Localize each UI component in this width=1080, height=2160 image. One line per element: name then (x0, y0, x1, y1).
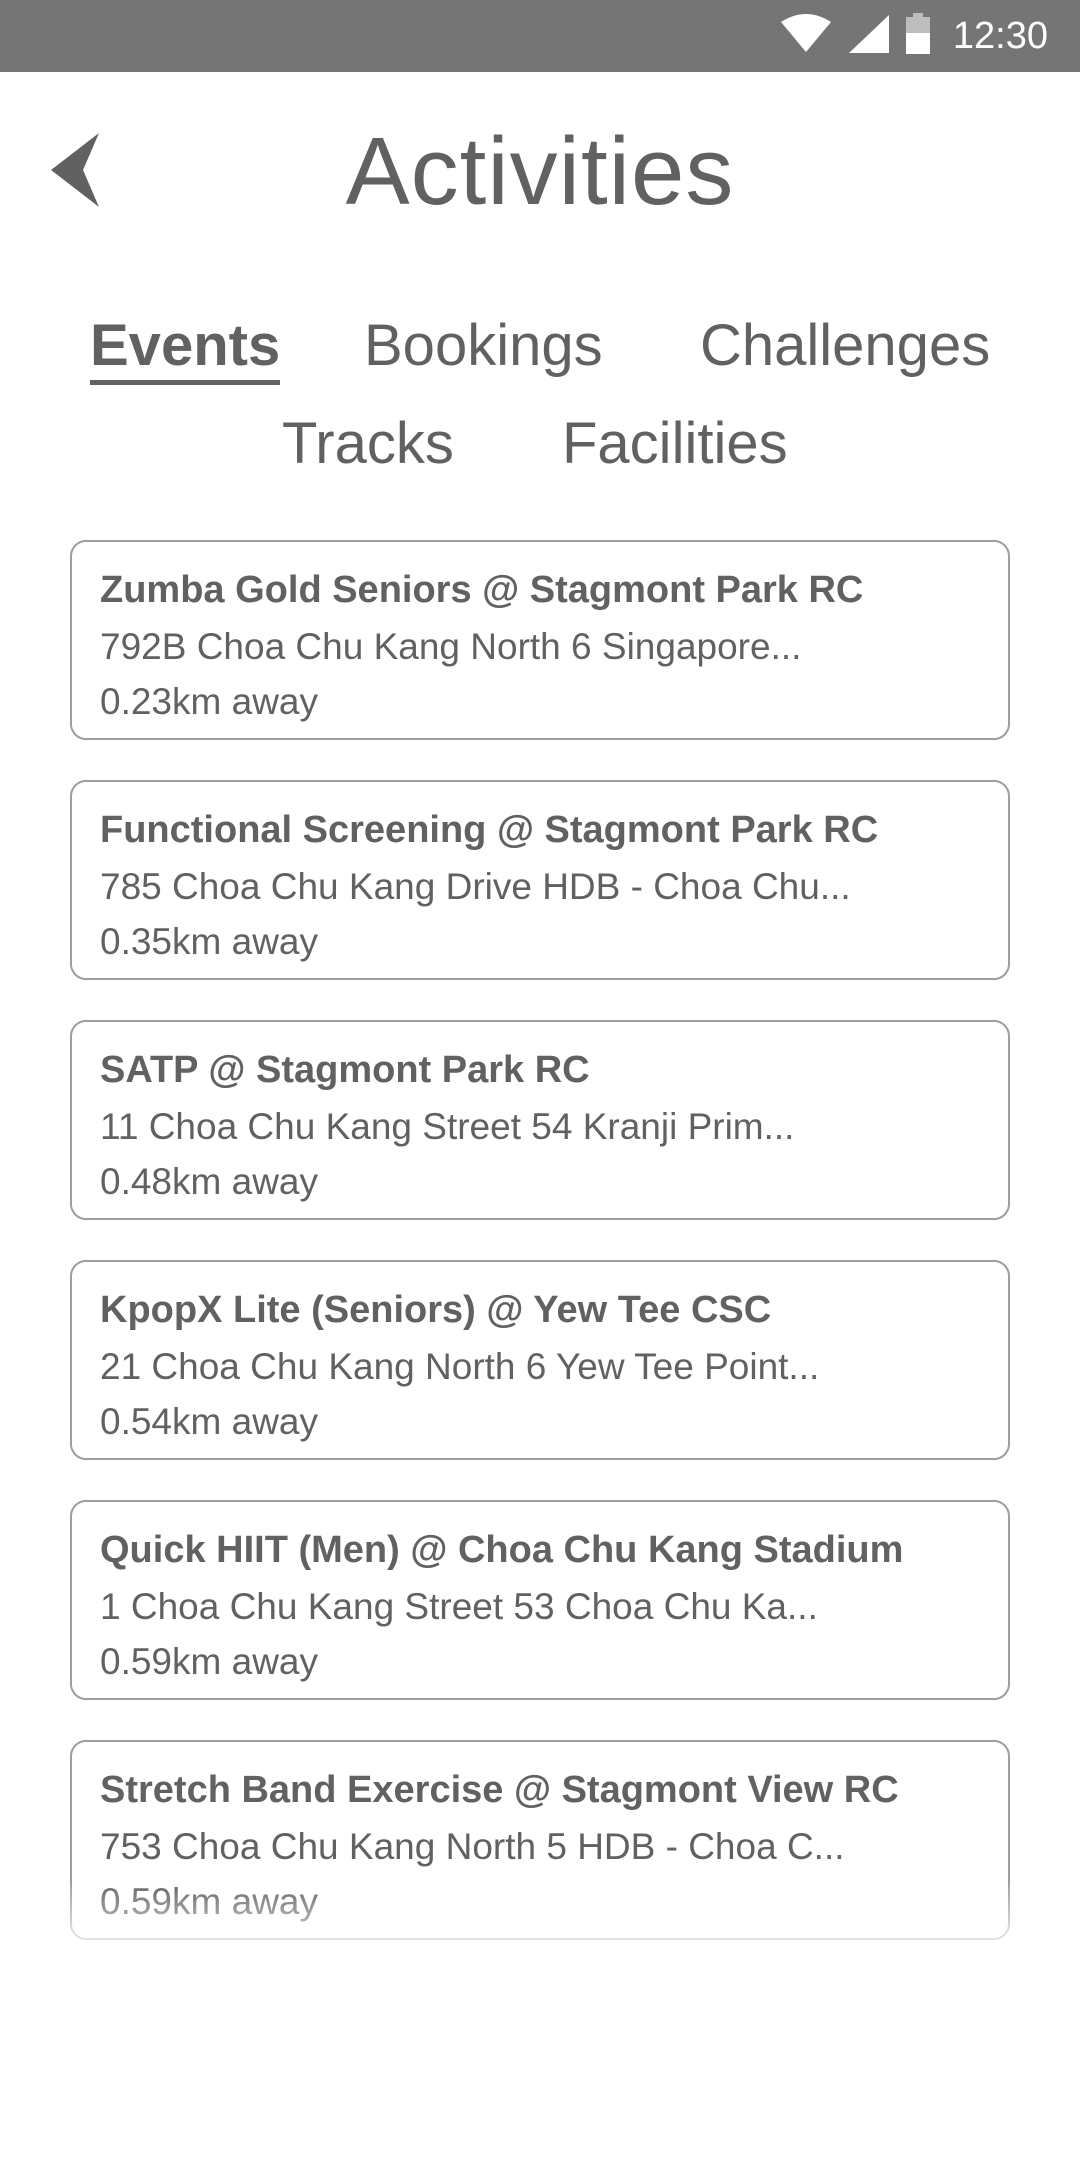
event-address: 785 Choa Chu Kang Drive HDB - Choa Chu..… (100, 866, 851, 907)
event-title: Quick HIIT (Men) @ Choa Chu Kang Stadium (100, 1529, 904, 1571)
event-address: 21 Choa Chu Kang North 6 Yew Tee Point..… (100, 1346, 820, 1387)
event-title: SATP @ Stagmont Park RC (100, 1049, 590, 1091)
event-distance: 0.48km away (100, 1161, 318, 1202)
tab-facilities[interactable]: Facilities (562, 410, 788, 477)
signal-icon (847, 13, 891, 60)
event-address: 792B Choa Chu Kang North 6 Singapore... (100, 626, 802, 667)
event-card[interactable]: SATP @ Stagmont Park RC 11 Choa Chu Kang… (70, 1020, 1010, 1220)
header: Activities (0, 72, 1080, 282)
status-icons (779, 12, 931, 60)
event-card[interactable]: Zumba Gold Seniors @ Stagmont Park RC 79… (70, 540, 1010, 740)
event-title: Stretch Band Exercise @ Stagmont View RC (100, 1769, 899, 1811)
page-title: Activities (345, 118, 735, 225)
event-title: KpopX Lite (Seniors) @ Yew Tee CSC (100, 1289, 772, 1331)
event-address: 1 Choa Chu Kang Street 53 Choa Chu Ka... (100, 1586, 818, 1627)
event-address: 11 Choa Chu Kang Street 54 Kranji Prim..… (100, 1106, 795, 1147)
event-card[interactable]: KpopX Lite (Seniors) @ Yew Tee CSC 21 Ch… (70, 1260, 1010, 1460)
event-address: 753 Choa Chu Kang North 5 HDB - Choa C..… (100, 1826, 845, 1867)
wifi-icon (779, 13, 833, 59)
event-distance: 0.23km away (100, 681, 318, 722)
tab-challenges[interactable]: Challenges (700, 312, 990, 379)
event-distance: 0.59km away (100, 1641, 318, 1682)
tab-events[interactable]: Events (90, 312, 281, 385)
battery-icon (905, 12, 931, 60)
status-bar: 12:30 (0, 0, 1080, 72)
event-card[interactable]: Functional Screening @ Stagmont Park RC … (70, 780, 1010, 980)
tab-tracks[interactable]: Tracks (282, 410, 454, 477)
events-list: Zumba Gold Seniors @ Stagmont Park RC 79… (70, 540, 1010, 1980)
status-time: 12:30 (952, 14, 1048, 57)
event-distance: 0.59km away (100, 1881, 318, 1922)
tab-bookings[interactable]: Bookings (364, 312, 603, 379)
event-title: Functional Screening @ Stagmont Park RC (100, 809, 879, 851)
event-title: Zumba Gold Seniors @ Stagmont Park RC (100, 569, 864, 611)
event-card[interactable]: Stretch Band Exercise @ Stagmont View RC… (70, 1740, 1010, 1940)
event-card[interactable]: Quick HIIT (Men) @ Choa Chu Kang Stadium… (70, 1500, 1010, 1700)
event-distance: 0.35km away (100, 921, 318, 962)
event-distance: 0.54km away (100, 1401, 318, 1442)
